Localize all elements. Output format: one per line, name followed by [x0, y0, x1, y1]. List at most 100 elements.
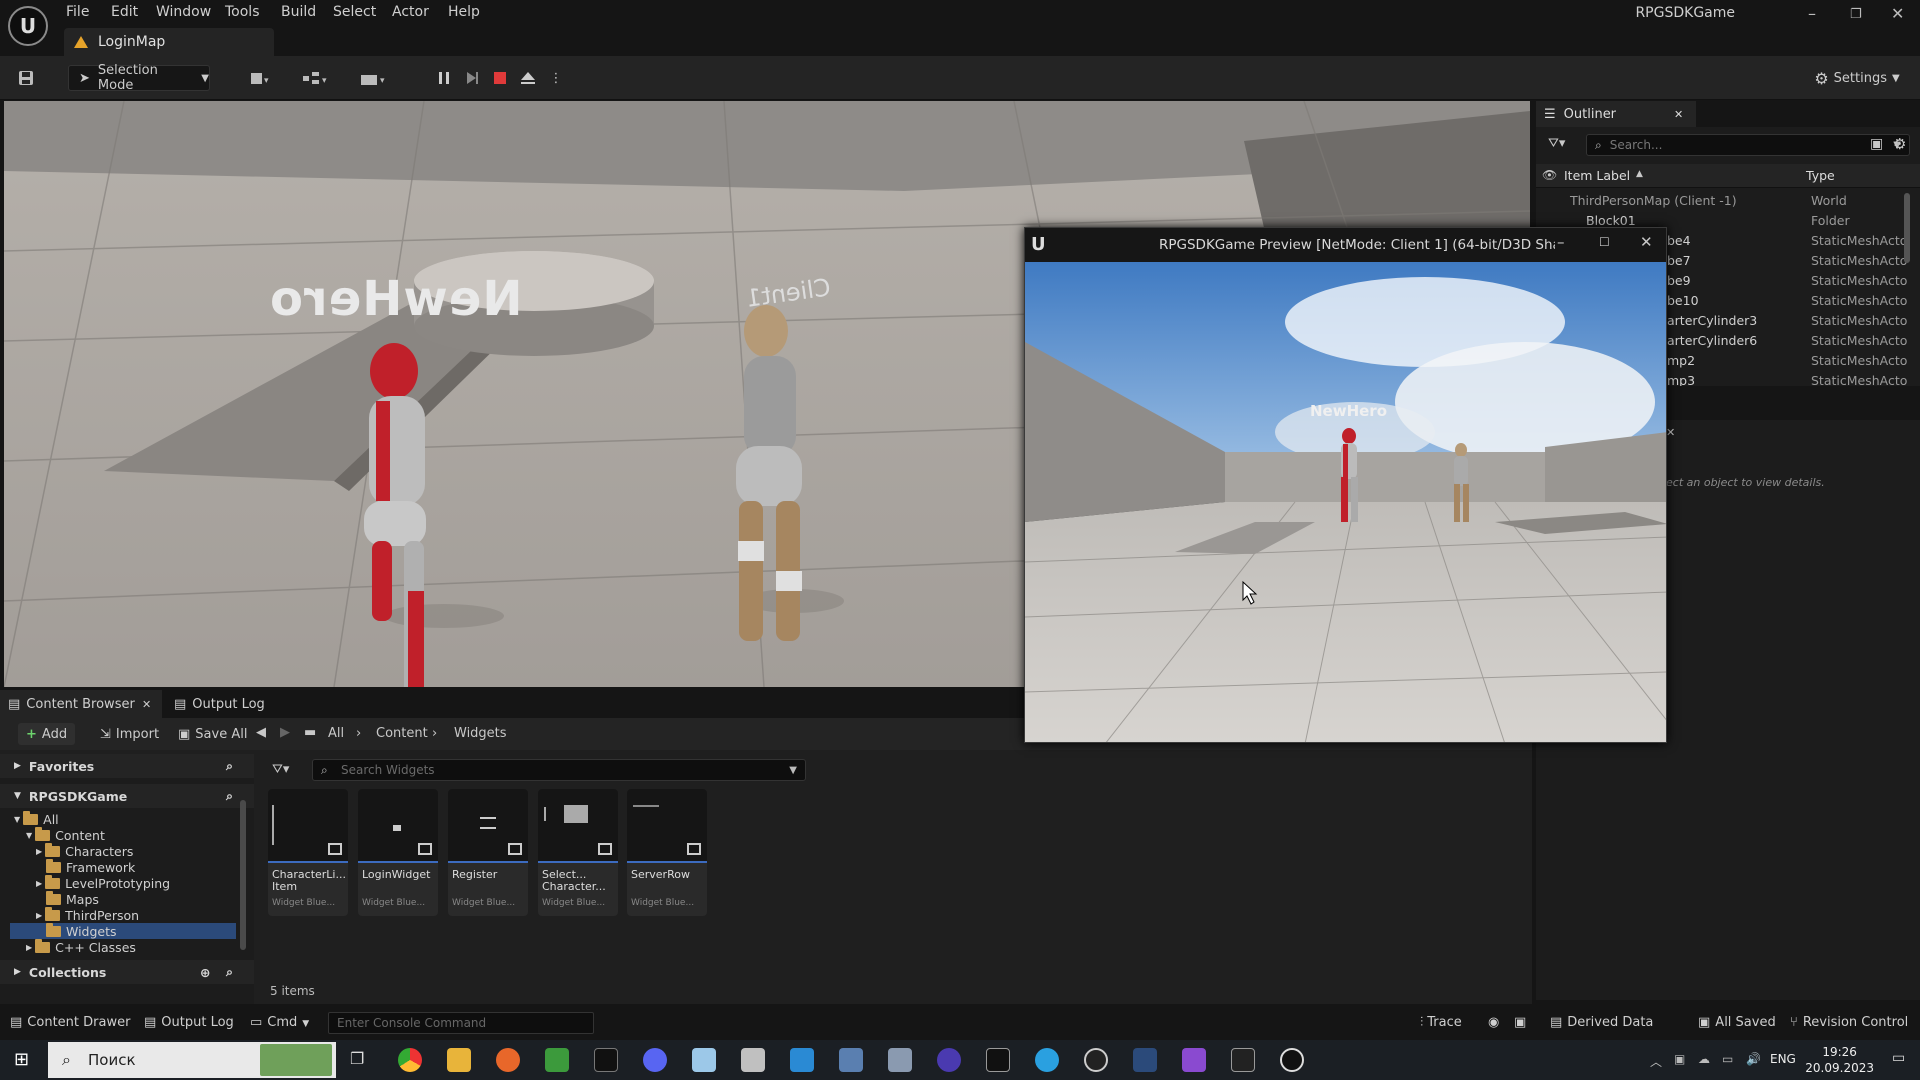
- history-forward-icon[interactable]: ▶: [280, 725, 290, 740]
- filter-icon[interactable]: ⛛▾: [1548, 136, 1565, 151]
- save-icon[interactable]: [14, 65, 38, 91]
- folder-icon[interactable]: ▬: [304, 725, 316, 740]
- add-folder-icon[interactable]: ▣: [1870, 136, 1883, 152]
- stop-icon[interactable]: [490, 65, 510, 91]
- outliner-search-input[interactable]: ⌕ Search... ▼: [1586, 134, 1910, 156]
- tree-item-widgets[interactable]: Widgets: [10, 922, 236, 939]
- menu-tools[interactable]: Tools: [225, 4, 260, 20]
- unreal-logo-icon[interactable]: U: [8, 6, 48, 46]
- preview-game-view[interactable]: NewHero: [1025, 262, 1666, 742]
- close-icon[interactable]: ✕: [142, 698, 151, 711]
- add-collection-icon[interactable]: ⊕: [200, 965, 210, 980]
- project-header[interactable]: ▼ RPGSDKGame ⌕: [0, 784, 254, 808]
- record-icon[interactable]: ◉: [1488, 1015, 1499, 1030]
- eye-icon[interactable]: 👁: [1542, 168, 1557, 182]
- firefox-icon[interactable]: [496, 1048, 520, 1072]
- preview-titlebar[interactable]: U RPGSDKGame Preview [NetMode: Client 1]…: [1025, 228, 1666, 262]
- content-browser-tab[interactable]: ▤ Content Browser ✕: [0, 690, 162, 718]
- widget-search-input[interactable]: ⌕ Search Widgets ▼: [312, 759, 806, 781]
- settings-button[interactable]: ⚙ Settings ▼: [1812, 65, 1902, 91]
- tree-item-levelprototyping[interactable]: ▶ LevelPrototyping: [36, 874, 170, 891]
- import-button[interactable]: ⇲ Import: [92, 723, 167, 745]
- game-preview-window[interactable]: U RPGSDKGame Preview [NetMode: Client 1]…: [1024, 227, 1667, 743]
- menu-file[interactable]: File: [66, 4, 89, 20]
- search-icon[interactable]: ⌕: [226, 758, 233, 774]
- console-input[interactable]: Enter Console Command: [328, 1012, 594, 1034]
- history-back-icon[interactable]: ◀: [256, 725, 266, 740]
- minimize-icon[interactable]: –: [1557, 233, 1565, 251]
- tree-item-all[interactable]: ▼ All: [14, 810, 59, 827]
- telegram-icon[interactable]: [1035, 1048, 1059, 1072]
- asset-tile[interactable]: Select... Character... Widget Blue...: [538, 789, 618, 916]
- collections-header[interactable]: ▶ Collections ⊕ ⌕: [0, 960, 254, 984]
- maximize-icon[interactable]: ☐: [1599, 235, 1610, 249]
- breadcrumb-all[interactable]: All: [328, 726, 344, 741]
- selection-mode-dropdown[interactable]: ➤ Selection Mode ▼: [68, 63, 210, 93]
- search-icon[interactable]: ⌕: [226, 788, 233, 804]
- volume-icon[interactable]: 🔊: [1746, 1052, 1761, 1066]
- derived-data-button[interactable]: ▤ Derived Data: [1550, 1015, 1653, 1030]
- menu-select[interactable]: Select: [333, 4, 376, 20]
- add-button[interactable]: + Add: [18, 723, 76, 745]
- pause-icon[interactable]: [434, 65, 454, 91]
- minimize-icon[interactable]: –: [1808, 4, 1816, 23]
- tree-item-maps[interactable]: Maps: [46, 890, 99, 907]
- level-tab[interactable]: LoginMap: [64, 28, 274, 56]
- unreal-editor-icon[interactable]: [1280, 1048, 1304, 1072]
- tray-icon[interactable]: ▣: [1674, 1052, 1685, 1066]
- epic-games-icon[interactable]: [1231, 1048, 1255, 1072]
- notifications-icon[interactable]: ▭: [1892, 1050, 1905, 1066]
- gear-icon[interactable]: ⚙: [1893, 135, 1906, 153]
- chevron-up-icon[interactable]: ︿: [1650, 1053, 1662, 1070]
- tree-item-thirdperson[interactable]: ▶ ThirdPerson: [36, 906, 139, 923]
- 7zip-icon[interactable]: [594, 1048, 618, 1072]
- favorites-header[interactable]: ▶ Favorites ⌕: [0, 754, 254, 778]
- sidebar-scrollbar[interactable]: [240, 800, 246, 950]
- trace-button[interactable]: ⫶ Trace: [1420, 1015, 1462, 1030]
- output-log-button[interactable]: ▤ Output Log: [144, 1015, 234, 1030]
- filter-icon[interactable]: ⛛▾: [272, 762, 289, 777]
- notepadpp-icon[interactable]: [545, 1048, 569, 1072]
- outliner-row[interactable]: ThirdPersonMap (Client -1) World: [1536, 193, 1920, 213]
- vscode-icon[interactable]: [790, 1048, 814, 1072]
- terminal-icon[interactable]: [986, 1048, 1010, 1072]
- step-frame-icon[interactable]: [462, 65, 482, 91]
- outliner-tab[interactable]: ☰ Outliner ✕: [1536, 101, 1696, 127]
- close-icon[interactable]: ✕: [1666, 426, 1675, 439]
- save-all-button[interactable]: ▣ Save All: [170, 723, 255, 745]
- tree-item-content[interactable]: ▼ Content: [26, 826, 105, 843]
- more-options-icon[interactable]: ⋮: [548, 65, 564, 91]
- file-explorer-icon[interactable]: [447, 1048, 471, 1072]
- app-icon[interactable]: [888, 1048, 912, 1072]
- add-actor-icon[interactable]: ▾: [244, 65, 280, 91]
- breadcrumb-content[interactable]: Content: [376, 726, 428, 741]
- cmd-dropdown[interactable]: ▭ Cmd ▼: [250, 1015, 309, 1030]
- taskbar-clock[interactable]: 19:26 20.09.2023: [1805, 1044, 1874, 1076]
- close-icon[interactable]: ✕: [1674, 108, 1683, 121]
- taskbar-search-box[interactable]: ⌕ Поиск: [48, 1042, 336, 1078]
- language-indicator[interactable]: ENG: [1770, 1052, 1796, 1066]
- outliner-scrollbar[interactable]: [1904, 193, 1910, 263]
- app-icon[interactable]: [1133, 1048, 1157, 1072]
- visual-studio-icon[interactable]: [1182, 1048, 1206, 1072]
- content-drawer-button[interactable]: ▤ Content Drawer: [10, 1015, 130, 1030]
- discord-icon[interactable]: [643, 1048, 667, 1072]
- app-icon[interactable]: [839, 1048, 863, 1072]
- asset-tile[interactable]: ServerRow Widget Blue...: [627, 789, 707, 916]
- app-icon[interactable]: [692, 1048, 716, 1072]
- eject-icon[interactable]: [518, 65, 538, 91]
- menu-help[interactable]: Help: [448, 4, 480, 20]
- windows-start-icon[interactable]: ⊞: [14, 1049, 29, 1070]
- all-saved-button[interactable]: ▣ All Saved: [1698, 1015, 1776, 1030]
- cloud-icon[interactable]: ☁: [1698, 1052, 1710, 1066]
- obs-icon[interactable]: [937, 1048, 961, 1072]
- menu-window[interactable]: Window: [156, 4, 211, 20]
- asset-tile[interactable]: Register Widget Blue...: [448, 789, 528, 916]
- col-item-label[interactable]: Item Label: [1564, 168, 1630, 183]
- col-type[interactable]: Type: [1806, 168, 1835, 183]
- revision-control-button[interactable]: ⑂ Revision Control: [1790, 1015, 1908, 1030]
- app-icon[interactable]: [741, 1048, 765, 1072]
- screenshot-icon[interactable]: ▣: [1514, 1015, 1526, 1030]
- steam-icon[interactable]: [1084, 1048, 1108, 1072]
- task-view-icon[interactable]: ❐: [350, 1049, 364, 1068]
